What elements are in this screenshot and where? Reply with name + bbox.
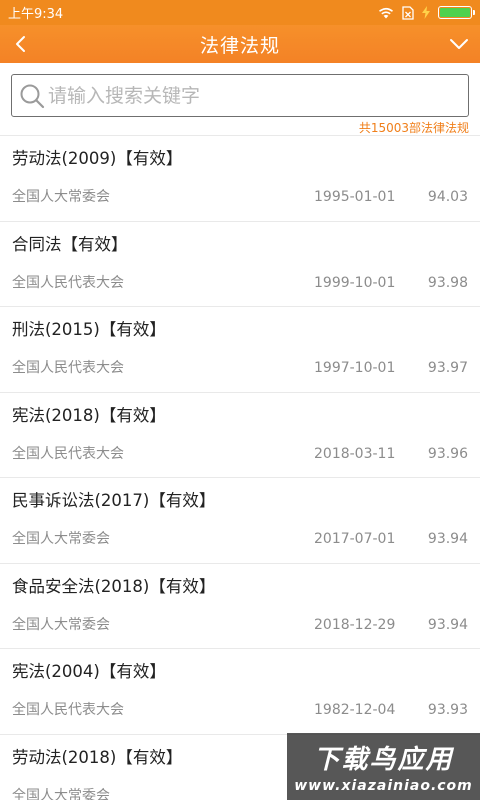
- watermark-title: 下载鸟应用: [313, 745, 454, 775]
- list-item[interactable]: 宪法(2004)【有效】 全国人民代表大会 1982-12-04 93.93: [0, 648, 480, 734]
- item-date: 1997-10-01: [314, 360, 396, 376]
- item-title: 刑法(2015)【有效】: [12, 320, 166, 339]
- result-count: 共15003部法律法规: [358, 121, 469, 135]
- item-date: 1995-01-01: [314, 189, 396, 205]
- watermark: 下载鸟应用 www.xiazainiao.com: [287, 733, 480, 800]
- item-meta: 全国人民代表大会 1997-10-01 93.97: [12, 359, 468, 377]
- item-meta: 全国人民代表大会 1982-12-04 93.93: [12, 701, 468, 719]
- list-item[interactable]: 合同法【有效】 全国人民代表大会 1999-10-01 93.98: [0, 220, 480, 307]
- list-item[interactable]: 食品安全法(2018)【有效】 全国人大常委会 2018-12-29 93.94: [0, 562, 480, 649]
- item-meta: 全国人大常委会 2017-07-01 93.94: [12, 530, 468, 548]
- app-bar: 法律法规: [0, 25, 480, 63]
- battery-tip: [473, 10, 475, 15]
- item-score: 93.98: [427, 274, 468, 291]
- watermark-url: www.xiazainiao.com: [294, 778, 473, 794]
- sim-icon: [402, 5, 414, 20]
- list-item[interactable]: 刑法(2015)【有效】 全国人民代表大会 1997-10-01 93.97: [0, 306, 480, 392]
- item-date: 2018-03-11: [314, 445, 396, 462]
- item-meta: 全国人民代表大会 1999-10-01 93.98: [12, 274, 468, 292]
- menu-chevron-icon[interactable]: [448, 34, 470, 54]
- charging-icon: [422, 6, 430, 19]
- status-icons: [378, 5, 475, 20]
- item-org: 全国人大常委会: [12, 616, 110, 633]
- item-date: 1999-10-01: [314, 274, 396, 291]
- item-title: 民事诉讼法(2017)【有效】: [12, 491, 216, 510]
- item-title: 宪法(2018)【有效】: [12, 405, 166, 425]
- item-meta: 全国人大常委会 2018-12-29 93.94: [12, 616, 468, 634]
- search-icon: [20, 84, 45, 108]
- item-org: 全国人民代表大会: [12, 360, 124, 376]
- battery-icon: [438, 6, 475, 19]
- search-bar: [11, 74, 469, 117]
- item-title: 宪法(2004)【有效】: [12, 662, 166, 681]
- item-score: 93.94: [427, 616, 468, 633]
- item-score: 94.03: [427, 189, 468, 205]
- law-list: 劳动法(2009)【有效】 全国人大常委会 1995-01-01 94.03 合…: [0, 135, 480, 800]
- list-item[interactable]: 民事诉讼法(2017)【有效】 全国人大常委会 2017-07-01 93.94: [0, 477, 480, 563]
- item-org: 全国人民代表大会: [12, 702, 124, 718]
- item-title: 食品安全法(2018)【有效】: [12, 576, 216, 596]
- page-title: 法律法规: [199, 34, 280, 57]
- item-title: 合同法【有效】: [12, 234, 128, 254]
- item-score: 93.96: [427, 445, 468, 462]
- item-org: 全国人民代表大会: [12, 445, 124, 462]
- item-meta: 全国人大常委会 1995-01-01 94.03: [12, 188, 468, 206]
- item-date: 2018-12-29: [314, 616, 396, 633]
- wifi-icon: [379, 7, 393, 19]
- item-title: 劳动法(2009)【有效】: [12, 149, 183, 168]
- item-score: 93.94: [427, 531, 468, 547]
- search-box[interactable]: [11, 74, 469, 117]
- back-arrow-icon[interactable]: [12, 34, 32, 54]
- item-score: 93.97: [427, 360, 468, 376]
- item-date: 2017-07-01: [314, 531, 396, 547]
- list-item[interactable]: 宪法(2018)【有效】 全国人民代表大会 2018-03-11 93.96: [0, 391, 480, 478]
- search-input[interactable]: [48, 84, 448, 107]
- item-meta: 全国人民代表大会 2018-03-11 93.96: [12, 445, 468, 463]
- item-org: 全国人大常委会: [12, 787, 110, 800]
- battery-fill: [440, 8, 470, 17]
- item-org: 全国人民代表大会: [12, 274, 124, 291]
- item-org: 全国人大常委会: [12, 189, 110, 205]
- list-item[interactable]: 劳动法(2009)【有效】 全国人大常委会 1995-01-01 94.03: [0, 135, 480, 221]
- item-org: 全国人大常委会: [12, 531, 110, 547]
- status-bar: 上午9:34: [0, 0, 480, 25]
- item-date: 1982-12-04: [314, 702, 396, 718]
- item-score: 93.93: [427, 702, 468, 718]
- status-time: 上午9:34: [8, 7, 64, 22]
